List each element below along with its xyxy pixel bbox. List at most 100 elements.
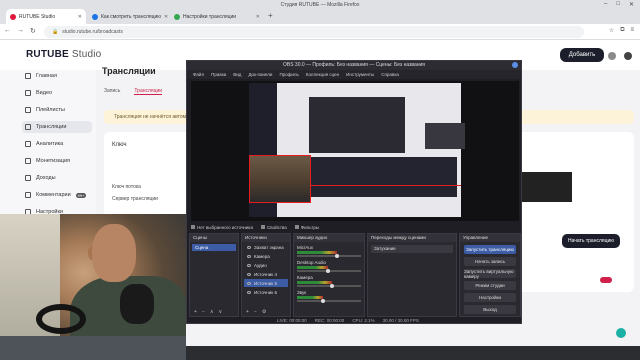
filters-label: Фильтры <box>300 224 320 230</box>
source-item[interactable]: Источник 6 <box>244 288 288 296</box>
camera-source[interactable] <box>249 155 311 203</box>
filters-button[interactable]: Фильтры <box>294 224 320 230</box>
remove-icon[interactable]: − <box>254 309 257 316</box>
menu-edit[interactable]: Правка <box>211 72 226 77</box>
autostart-toggle[interactable] <box>600 277 612 283</box>
help-icon[interactable] <box>616 328 626 338</box>
up-icon[interactable]: ∧ <box>210 309 214 316</box>
start-broadcast-button[interactable]: Начать трансляцию <box>562 234 620 248</box>
add-button[interactable]: Добавить <box>560 48 604 62</box>
gear-icon[interactable]: ⚙ <box>262 309 266 316</box>
sidebar-item-video[interactable]: Видео <box>22 87 92 99</box>
sidebar-item-playlists[interactable]: Плейлисты <box>22 104 92 116</box>
menu-file[interactable]: Файл <box>193 72 204 77</box>
tab-broadcasts[interactable]: Трансляции <box>134 88 163 95</box>
add-icon[interactable]: + <box>194 309 197 316</box>
browser-tab-2[interactable]: Как смотреть трансляцию ✕ <box>88 9 168 24</box>
close-tab-icon[interactable]: ✕ <box>164 14 168 20</box>
extensions-icon[interactable]: ⧉ <box>620 27 624 34</box>
settings-button[interactable]: Настройки <box>464 293 516 302</box>
menu-tools[interactable]: Инструменты <box>346 72 374 77</box>
exit-button[interactable]: Выход <box>464 305 516 314</box>
eye-icon[interactable] <box>247 290 251 294</box>
rutube-studio-logo[interactable]: RUTUBE Studio <box>26 49 101 60</box>
close-icon[interactable]: ✕ <box>629 1 634 8</box>
level-meter <box>297 251 337 254</box>
source-item[interactable]: Камера <box>244 252 288 260</box>
tab-label: Как смотреть трансляцию <box>101 13 161 20</box>
eye-icon[interactable] <box>247 281 251 285</box>
menu-scene-collection[interactable]: Коллекция сцен <box>306 72 339 77</box>
sidebar-item-broadcasts[interactable]: Трансляции <box>22 121 92 133</box>
slider-knob[interactable] <box>320 299 325 303</box>
properties-button[interactable]: Свойства <box>260 224 287 230</box>
logo-sub: Studio <box>71 49 102 60</box>
menu-docks[interactable]: Док-панели <box>248 72 272 77</box>
sidebar-item-monetization[interactable]: Монетизация <box>22 155 92 167</box>
source-item-selected[interactable]: Источник 5 <box>244 279 288 287</box>
captured-obs <box>311 157 457 197</box>
fps-readout: 30.00 / 30.00 FPS <box>382 318 419 323</box>
remove-icon[interactable]: − <box>202 309 205 316</box>
source-toolbar: + − ⚙ <box>242 309 290 316</box>
volume-slider[interactable] <box>297 299 361 303</box>
slider-knob[interactable] <box>330 284 335 288</box>
menu-icon[interactable]: ≡ <box>630 27 634 34</box>
close-icon[interactable] <box>512 62 518 68</box>
add-icon[interactable]: + <box>246 309 249 316</box>
tab-recording[interactable]: Запись <box>104 88 120 95</box>
browser-tab-3[interactable]: Настройки трансляции ✕ <box>170 9 264 24</box>
card-label: Ключ <box>112 142 127 148</box>
slider-knob[interactable] <box>325 269 330 273</box>
minimize-icon[interactable]: – <box>604 1 607 8</box>
source-label: Аудио <box>254 262 267 268</box>
source-item[interactable]: Захват экрана <box>244 243 288 251</box>
eye-icon[interactable] <box>247 272 251 276</box>
eye-icon[interactable] <box>247 263 251 267</box>
avatar[interactable] <box>624 52 632 60</box>
slider-knob[interactable] <box>334 254 339 258</box>
tab-label: RUTUBE Studio <box>19 13 56 20</box>
url-field[interactable]: 🔒 studio.rutube.ru/broadcasts <box>44 26 584 38</box>
menu-profile[interactable]: Профиль <box>279 72 298 77</box>
studio-mode-button[interactable]: Режим студии <box>464 281 516 290</box>
menu-help[interactable]: Справка <box>381 72 399 77</box>
volume-slider[interactable] <box>297 269 361 273</box>
browser-tab-1[interactable]: RUTUBE Studio ✕ <box>6 9 86 24</box>
forward-icon[interactable]: → <box>17 27 24 35</box>
scene-item[interactable]: Сцена <box>192 244 236 251</box>
sidebar-item-comments[interactable]: Комментарии 99+ <box>22 189 92 201</box>
eye-icon[interactable] <box>247 245 251 249</box>
menu-view[interactable]: Вид <box>233 72 241 77</box>
sidebar-item-home[interactable]: Главная <box>22 70 92 82</box>
back-icon[interactable]: ← <box>4 27 11 35</box>
bookmark-icon[interactable]: ☆ <box>609 27 614 34</box>
sidebar-item-analytics[interactable]: Аналитика <box>22 138 92 150</box>
reload-icon[interactable]: ↻ <box>30 27 36 35</box>
obs-preview[interactable] <box>191 81 519 221</box>
audio-mixer-dock: Микшер аудио Mic/Aux Desktop Audio Камера З… <box>293 233 365 317</box>
source-item[interactable]: Аудио <box>244 261 288 269</box>
volume-slider[interactable] <box>297 284 361 288</box>
source-label: Захват экрана <box>254 244 284 250</box>
source-icon <box>191 224 195 229</box>
sidebar-item-income[interactable]: Доходы <box>22 172 92 184</box>
page-title: Трансляции <box>102 66 156 76</box>
eye-icon[interactable] <box>247 254 251 258</box>
close-tab-icon[interactable]: ✕ <box>78 14 82 20</box>
start-streaming-button[interactable]: Запустить трансляцию <box>464 245 516 254</box>
sidebar-item-label: Трансляции <box>36 124 67 130</box>
start-recording-button[interactable]: Начать запись <box>464 257 516 266</box>
notifications-icon[interactable] <box>608 52 616 60</box>
close-tab-icon[interactable]: ✕ <box>256 14 260 20</box>
down-icon[interactable]: ∨ <box>219 309 223 316</box>
source-item[interactable]: Источник 4 <box>244 270 288 278</box>
sidebar-item-label: Комментарии <box>36 192 71 198</box>
virtual-camera-button[interactable]: Запустить виртуальную камеру <box>464 269 516 279</box>
volume-slider[interactable] <box>297 254 361 258</box>
transition-select[interactable]: Затухание <box>371 245 453 253</box>
comment-icon <box>25 192 31 198</box>
maximize-icon[interactable]: □ <box>616 1 620 8</box>
new-tab-icon[interactable]: + <box>268 11 273 20</box>
lock-icon: 🔒 <box>52 29 59 35</box>
